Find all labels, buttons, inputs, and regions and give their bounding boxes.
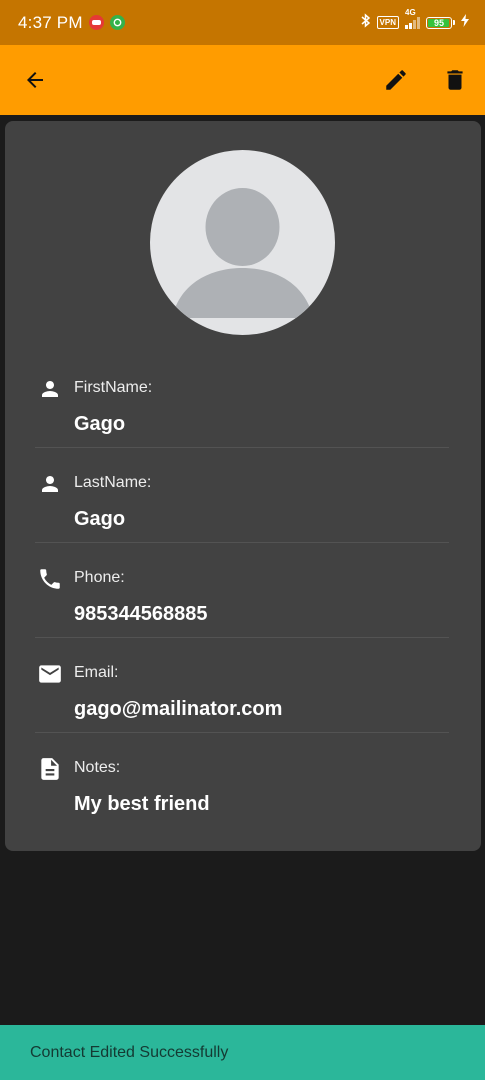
status-right: VPN 4G 95 <box>361 8 469 33</box>
field-label: Email: <box>74 664 119 681</box>
app-bar <box>0 45 485 115</box>
snackbar-message: Contact Edited Successfully <box>30 1043 229 1061</box>
charging-icon <box>461 13 469 32</box>
bluetooth-icon <box>361 12 371 33</box>
divider <box>35 447 449 448</box>
trash-icon <box>447 70 463 90</box>
field-label: FirstName: <box>74 379 153 396</box>
pencil-icon <box>386 70 406 90</box>
status-time: 4:37 PM <box>18 12 83 32</box>
phone-icon <box>37 566 63 592</box>
field-firstname: FirstName: Gago <box>35 376 449 471</box>
avatar <box>150 150 335 335</box>
field-value: Gago <box>74 508 126 530</box>
field-label: LastName: <box>74 474 152 491</box>
chat-notification-icon <box>109 15 125 30</box>
network-type-label: 4G <box>405 7 416 17</box>
person-icon <box>37 376 63 402</box>
person-icon <box>37 471 63 497</box>
contact-card: FirstName: Gago LastName: Gago Phone: 98… <box>5 121 481 851</box>
document-icon <box>37 756 63 782</box>
signal-icon: 4G <box>405 8 420 29</box>
default-avatar-icon <box>172 188 313 318</box>
delete-button[interactable] <box>433 58 477 102</box>
edit-button[interactable] <box>374 58 418 102</box>
field-value: My best friend <box>74 793 210 815</box>
field-value: 985344568885 <box>74 603 208 625</box>
status-left: 4:37 PM <box>18 13 125 33</box>
snackbar: Contact Edited Successfully <box>0 1025 485 1080</box>
field-notes: Notes: My best friend <box>35 756 449 851</box>
arrow-back-icon <box>27 72 43 88</box>
field-lastname: LastName: Gago <box>35 471 449 566</box>
battery-level: 95 <box>433 17 444 28</box>
field-label: Phone: <box>74 569 125 586</box>
battery-icon: 95 <box>426 16 455 29</box>
vpn-badge: VPN <box>376 16 399 29</box>
message-notification-icon <box>88 15 104 30</box>
back-button[interactable] <box>13 58 57 102</box>
divider <box>35 542 449 543</box>
field-label: Notes: <box>74 759 121 776</box>
field-value: gago@mailinator.com <box>74 698 283 720</box>
status-bar: 4:37 PM VPN 4G 95 <box>0 0 485 45</box>
email-icon <box>37 661 63 687</box>
field-value: Gago <box>74 413 126 435</box>
field-phone: Phone: 985344568885 <box>35 566 449 661</box>
divider <box>35 637 449 638</box>
field-email: Email: gago@mailinator.com <box>35 661 449 756</box>
divider <box>35 732 449 733</box>
